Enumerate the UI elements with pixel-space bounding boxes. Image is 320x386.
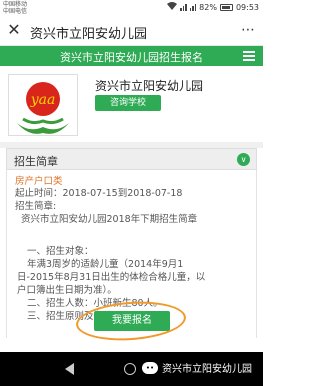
navigation-bar: •• 资兴市立阳安幼儿园 [0, 352, 263, 386]
consult-school-button[interactable]: 咨询学校 [95, 95, 161, 111]
home-icon[interactable] [124, 363, 136, 375]
window-title-bar: ✕ 资兴市立阳安幼儿园 ⋯ [0, 16, 263, 46]
more-icon[interactable]: ⋯ [241, 22, 255, 38]
close-icon[interactable]: ✕ [6, 22, 22, 38]
wechat-icon: •• [142, 361, 158, 374]
carrier-info: 中国移动 中国电信 [3, 1, 27, 15]
category-label: 房产户口类 [15, 176, 63, 187]
battery-icon [219, 3, 233, 11]
status-bar: 中国移动 中国电信 82% 09:53 [0, 0, 263, 16]
brief-title: 资兴市立阳安幼儿园2018年下期招生简章 [21, 214, 198, 225]
back-icon[interactable] [65, 363, 74, 375]
carrier-1: 中国移动 [3, 1, 28, 8]
wifi-icon [167, 2, 178, 12]
item-1-text-2: 日-2015年8月31日出生的体检合格儿童，以 [17, 272, 206, 283]
watermark: •• 资兴市立阳安幼儿园 [142, 360, 252, 375]
carrier-2: 中国电信 [3, 8, 28, 15]
battery-percent: 82% [199, 2, 217, 12]
page-header: 资兴市立阳安幼儿园招生报名 [0, 46, 263, 66]
school-name: 资兴市立阳安幼儿园 [95, 79, 204, 93]
section-header[interactable]: 招生简章 ∨ [6, 148, 257, 170]
brief-label: 招生简章: [15, 201, 57, 212]
section-title: 招生简章 [14, 155, 58, 168]
page-title: 资兴市立阳安幼儿园招生报名 [60, 51, 203, 64]
menu-icon[interactable] [243, 51, 255, 61]
clock: 09:53 [235, 2, 259, 12]
watermark-text: 资兴市立阳安幼儿园 [162, 364, 252, 375]
chevron-down-icon[interactable]: ∨ [237, 153, 250, 166]
svg-text:yaa: yaa [30, 92, 56, 108]
signal-icon-2 [189, 3, 197, 11]
item-1-text-3: 户口簿出生日期为准）。 [17, 285, 117, 296]
school-logo: yaa [8, 74, 78, 136]
item-1-text-1: 年满3周岁的适龄儿童（2014年9月1 [27, 259, 184, 270]
period-text: 起止时间：2018-07-15到2018-07-18 [15, 188, 183, 199]
status-right: 82% 09:53 [167, 2, 259, 12]
window-title: 资兴市立阳安幼儿园 [30, 27, 148, 42]
signal-icon [180, 3, 187, 11]
item-1: 一、招生对象： [27, 246, 94, 257]
school-card: yaa 资兴市立阳安幼儿园 咨询学校 [0, 66, 263, 142]
